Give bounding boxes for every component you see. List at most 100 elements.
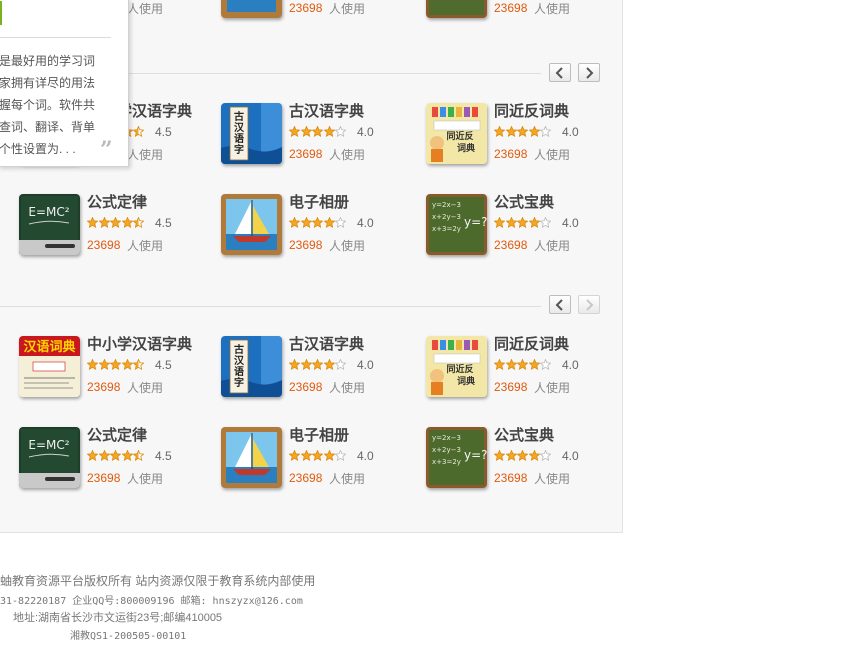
app-card[interactable]: 电子相册 4.0 23698 人使用 [221,194,416,258]
formula-blackboard-icon[interactable]: E=MC² [19,194,80,255]
rating-stars [87,450,145,462]
rating-value: 4.0 [357,216,374,230]
formula-blackboard-icon[interactable]: E=MC² [19,427,80,488]
star-icon [289,217,300,228]
star-icon [133,450,144,461]
sailboat-album-icon[interactable] [221,427,282,488]
app-card[interactable]: 汉语词典 中小学汉语字典 4.5 23698 人使用 [19,336,214,400]
app-name-link[interactable]: 同近反词典 [494,336,569,354]
rating-stars [289,126,347,138]
star-icon [528,359,540,370]
star-icon [98,217,110,228]
synonym-dictionary-icon[interactable]: 同近反 词典 [426,336,487,397]
usage-count: 23698 [87,238,121,252]
app-name-link[interactable]: 公式定律 [87,427,147,445]
star-icon [98,359,110,370]
svg-text:E=MC²: E=MC² [28,438,69,452]
app-card[interactable]: y=2x−3 x+2y−3 x+3=2y y=? 公式宝典 4.0 23698 人使用 [426,194,621,258]
app-name-link[interactable]: 公式宝典 [494,427,554,445]
svg-text:y=?: y=? [464,448,487,462]
usage-count: 23698 [289,147,323,161]
star-icon [540,359,551,370]
app-name-link[interactable]: 公式宝典 [494,194,554,212]
app-card[interactable]: E=MC² 公式定律 4.5 23698 人使用 [19,194,214,258]
rating-stars [289,359,347,371]
chevron-left-icon [555,298,563,311]
rating-stars [87,217,145,229]
app-name-link[interactable]: 电子相册 [289,427,349,445]
app-card[interactable]: y=2x−3 x+2y−3 x+3=2y y=? 公式宝典 4.0 23698 人使用 [426,427,621,491]
footer-license: 湘教QS1-200505-00101 [70,631,187,642]
rating-stars [494,217,552,229]
usage-label: 人使用 [329,472,366,486]
star-icon [289,450,300,461]
svg-text:古: 古 [234,110,244,123]
usage-label: 人使用 [127,148,164,162]
star-icon [528,217,540,228]
rating-stars [289,217,347,229]
rating-stars [87,359,145,371]
app-card-partial-1[interactable]: 23698 人使用 [221,0,416,21]
popup-description: 是最好用的学习词家拥有详尽的用法握每个词。软件共查词、翻译、背单个性设置为. .… [0,54,96,156]
chevron-left-icon [555,66,563,79]
app-card[interactable]: 电子相册 4.0 23698 人使用 [221,427,416,491]
rating-value: 4.0 [357,449,374,463]
app-card[interactable]: 古 汉 语 字 古汉语字典 4.0 23698 人使用 [221,103,416,167]
svg-text:y=2x−3: y=2x−3 [432,201,461,209]
usage-label: 人使用 [127,381,164,395]
svg-text:语: 语 [234,132,244,145]
app-name-link[interactable]: 古汉语字典 [289,336,364,354]
rating-value: 4.0 [357,358,374,372]
next-page-button[interactable] [578,63,600,82]
svg-text:词典: 词典 [457,142,475,154]
app-name-link[interactable]: 电子相册 [289,194,349,212]
synonym-dictionary-icon[interactable]: 同近反 词典 [426,103,487,164]
prev-page-button[interactable] [549,295,571,314]
star-icon [312,217,323,228]
rating-value: 4.0 [562,449,579,463]
dictionary-red-icon[interactable]: 汉语词典 [19,336,80,397]
app-name-link[interactable]: 中小学汉语字典 [87,336,192,354]
usage-label: 人使用 [329,239,366,253]
star-icon [517,217,528,228]
star-icon [505,126,517,137]
usage-count: 23698 [289,238,323,252]
math-chalkboard-icon[interactable] [426,0,487,18]
ancient-dictionary-icon[interactable]: 古 汉 语 字 [221,103,282,164]
svg-text:字: 字 [234,376,244,389]
usage-count: 23698 [289,1,323,15]
sailboat-album-icon[interactable] [221,0,282,18]
rating-stars [494,359,552,371]
math-chalkboard-icon[interactable]: y=2x−3 x+2y−3 x+3=2y y=? [426,194,487,255]
math-chalkboard-icon[interactable]: y=2x−3 x+2y−3 x+3=2y y=? [426,427,487,488]
app-name-link[interactable]: 公式定律 [87,194,147,212]
usage-label: 人使用 [329,2,366,16]
svg-text:汉语词典: 汉语词典 [23,339,75,355]
chevron-right-icon [586,298,594,311]
app-card[interactable]: E=MC² 公式定律 4.5 23698 人使用 [19,427,214,491]
star-icon [300,217,312,228]
app-name-link[interactable]: 古汉语字典 [289,103,364,121]
ancient-dictionary-icon[interactable]: 古 汉 语 字 [221,336,282,397]
app-card[interactable]: 同近反 词典 同近反词典 4.0 23698 人使用 [426,103,621,167]
app-card[interactable]: 同近反 词典 同近反词典 4.0 23698 人使用 [426,336,621,400]
usage-label: 人使用 [329,381,366,395]
prev-page-button[interactable] [549,63,571,82]
rating-stars [289,450,347,462]
star-icon [505,359,517,370]
sailboat-album-icon[interactable] [221,194,282,255]
star-icon [323,450,335,461]
svg-text:同近反: 同近反 [446,130,473,142]
footer-copyright: 蚰教育资源平台版权所有 站内资源仅限于教育系统内部使用 [0,574,316,588]
next-page-button-disabled[interactable] [578,295,600,314]
svg-text:同近反: 同近反 [446,363,473,375]
app-card-partial-2[interactable]: 23698 人使用 [426,0,621,21]
star-icon [300,359,312,370]
rating-value: 4.5 [155,125,172,139]
app-description-popup: 是最好用的学习词家拥有详尽的用法握每个词。软件共查词、翻译、背单个性设置为. .… [0,0,129,167]
app-card[interactable]: 古 汉 语 字 古汉语字典 4.0 23698 人使用 [221,336,416,400]
app-name-link[interactable]: 同近反词典 [494,103,569,121]
usage-count: 23698 [289,471,323,485]
svg-text:词典: 词典 [457,375,475,387]
star-icon [110,217,121,228]
